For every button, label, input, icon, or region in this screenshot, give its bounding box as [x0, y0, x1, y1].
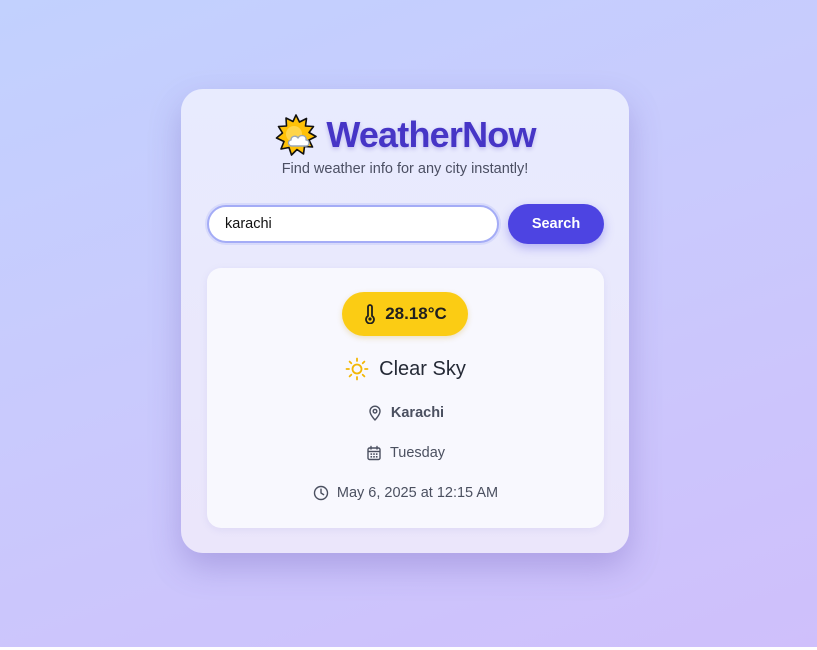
- condition-label: Clear Sky: [379, 357, 466, 380]
- weather-result-panel: 28.18°C Clear Sky Karachi Tuesday May 6,…: [207, 268, 604, 528]
- search-button[interactable]: Search: [508, 204, 604, 244]
- sun-behind-cloud-icon: [274, 113, 318, 157]
- map-pin-icon: [367, 405, 383, 421]
- clock-icon: [313, 485, 329, 501]
- datetime-row: May 6, 2025 at 12:15 AM: [207, 482, 604, 504]
- app-header: WeatherNow: [181, 113, 629, 157]
- app-title: WeatherNow: [326, 114, 536, 155]
- app-subtitle: Find weather info for any city instantly…: [281, 161, 529, 177]
- calendar-icon: [366, 445, 382, 461]
- temperature-badge: 28.18°C: [342, 292, 468, 336]
- weather-card: WeatherNow Find weather info for any cit…: [181, 89, 629, 553]
- thermometer-icon: [363, 304, 377, 324]
- day-row: Tuesday: [207, 442, 604, 464]
- temperature-value: 28.18°C: [385, 304, 447, 323]
- location-label: Karachi: [390, 405, 445, 421]
- sun-icon: [345, 357, 369, 381]
- city-search-input[interactable]: [207, 205, 499, 243]
- datetime-label: May 6, 2025 at 12:15 AM: [336, 485, 499, 501]
- location-row: Karachi: [207, 402, 604, 424]
- day-label: Tuesday: [389, 445, 446, 461]
- weather-condition: Clear Sky: [207, 354, 604, 384]
